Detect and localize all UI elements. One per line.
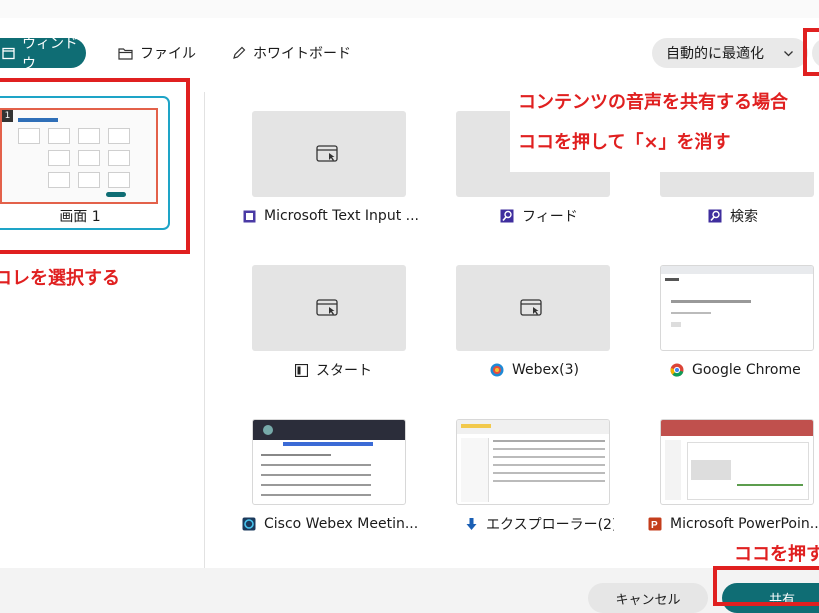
chevron-down-icon <box>783 47 794 63</box>
tab-whiteboard[interactable]: ホワイトボード <box>232 38 351 68</box>
cancel-button[interactable]: キャンセル <box>588 583 708 613</box>
share-button-highlight <box>713 566 819 606</box>
annotation-press-here: ココを押す <box>734 544 819 565</box>
window-thumbnail[interactable] <box>252 419 406 505</box>
powerpoint-icon: P <box>648 517 662 531</box>
audio-button-highlight <box>803 28 819 76</box>
search-app-icon <box>708 209 722 223</box>
annotation-select-this: コレを選択する <box>0 268 120 289</box>
webex-icon <box>490 363 504 377</box>
window-label: P Microsoft PowerPoin... <box>648 514 819 534</box>
annotation-audio-line2: ココを押して「×」を消す <box>518 132 731 153</box>
window-label: Google Chrome <box>670 360 819 380</box>
annotation-audio-line1: コンテンツの音声を共有する場合 <box>518 92 788 113</box>
select-screen-highlight <box>0 78 190 254</box>
pencil-icon <box>232 46 246 60</box>
window-thumbnail[interactable] <box>252 265 406 351</box>
window-label: スタート <box>294 360 394 380</box>
search-app-icon <box>500 209 514 223</box>
tab-file-label: ファイル <box>140 46 196 62</box>
optimize-dropdown[interactable]: 自動的に最適化 <box>652 38 808 68</box>
cisco-webex-icon <box>242 517 256 531</box>
folder-icon <box>118 47 133 60</box>
dialog-title-strip <box>0 0 819 18</box>
window-label: フィード <box>500 206 610 226</box>
start-app-icon <box>294 363 308 377</box>
chrome-icon <box>670 363 684 377</box>
window-label: Microsoft Text Input ... <box>242 206 418 226</box>
window-placeholder-icon <box>316 299 340 321</box>
tab-window[interactable]: ウィンドウ <box>0 36 86 72</box>
window-placeholder-icon <box>520 299 544 321</box>
window-label: Cisco Webex Meetin... <box>242 514 418 534</box>
window-thumbnail[interactable] <box>252 111 406 197</box>
window-label: エクスプローラー(2) <box>464 514 614 534</box>
window-label: 検索 <box>708 206 818 226</box>
tab-window-label: ウィンドウ <box>22 36 78 72</box>
window-label: Webex(3) <box>490 360 610 380</box>
window-icon <box>2 47 15 60</box>
panel-divider <box>204 92 205 568</box>
window-thumbnail[interactable] <box>660 265 814 351</box>
tab-file[interactable]: ファイル <box>118 38 196 68</box>
optimize-label: 自動的に最適化 <box>666 46 764 62</box>
window-thumbnail[interactable] <box>456 265 610 351</box>
window-thumbnail[interactable] <box>456 419 610 505</box>
explorer-icon <box>464 517 478 531</box>
text-input-app-icon <box>242 209 256 223</box>
svg-text:P: P <box>651 520 658 531</box>
window-placeholder-icon <box>316 145 340 167</box>
tab-whiteboard-label: ホワイトボード <box>253 46 351 62</box>
window-thumbnail[interactable] <box>660 419 814 505</box>
